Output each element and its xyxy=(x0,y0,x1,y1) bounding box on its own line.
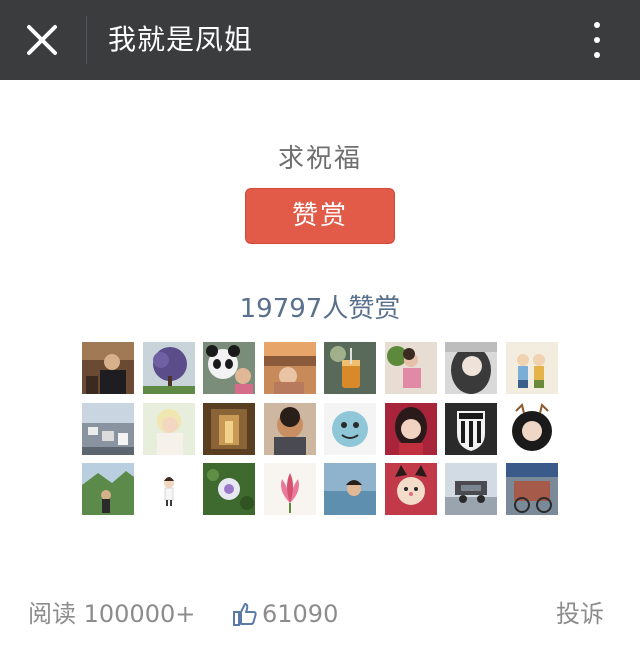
avatar-grid xyxy=(82,342,558,515)
top-bar: 我就是凤姐 xyxy=(0,0,640,80)
avatar[interactable] xyxy=(384,402,437,455)
avatar[interactable] xyxy=(324,402,376,455)
avatar[interactable] xyxy=(505,342,558,394)
report-link[interactable]: 投诉 xyxy=(556,592,604,636)
more-vertical-icon-dot xyxy=(594,37,600,43)
avatar[interactable] xyxy=(263,342,316,394)
avatar[interactable] xyxy=(505,463,558,515)
more-vertical-icon-dot xyxy=(594,52,600,58)
avatar[interactable] xyxy=(82,402,134,455)
avatar[interactable] xyxy=(445,463,497,515)
more-button[interactable] xyxy=(582,16,612,64)
thumbs-up-icon xyxy=(233,603,257,626)
avatar[interactable] xyxy=(142,342,195,394)
avatar[interactable] xyxy=(203,342,255,394)
avatar[interactable] xyxy=(142,463,195,515)
avatar[interactable] xyxy=(505,402,558,455)
avatar[interactable] xyxy=(384,463,437,515)
like-count: 61090 xyxy=(262,600,339,628)
page-title: 我就是凤姐 xyxy=(108,23,254,56)
avatar[interactable] xyxy=(324,463,376,515)
close-button[interactable] xyxy=(20,18,64,62)
avatar[interactable] xyxy=(445,342,497,394)
close-icon xyxy=(27,25,57,55)
more-vertical-icon xyxy=(594,22,600,28)
avatar[interactable] xyxy=(82,342,134,394)
read-count: 阅读 100000+ xyxy=(28,600,196,628)
avatar[interactable] xyxy=(142,402,195,455)
reward-count: 19797人赞赏 xyxy=(239,294,401,324)
avatar[interactable] xyxy=(263,463,316,515)
avatar[interactable] xyxy=(324,342,376,394)
avatar[interactable] xyxy=(384,342,437,394)
avatar[interactable] xyxy=(82,463,134,515)
avatar[interactable] xyxy=(203,402,255,455)
title-divider xyxy=(86,16,87,64)
reward-prompt: 求祝福 xyxy=(277,144,362,174)
reward-button[interactable]: 赞赏 xyxy=(245,188,395,244)
avatar[interactable] xyxy=(263,402,316,455)
article-footer: 阅读 100000+ 61090 投诉 xyxy=(0,592,640,636)
avatar[interactable] xyxy=(203,463,255,515)
avatar[interactable] xyxy=(445,402,497,455)
